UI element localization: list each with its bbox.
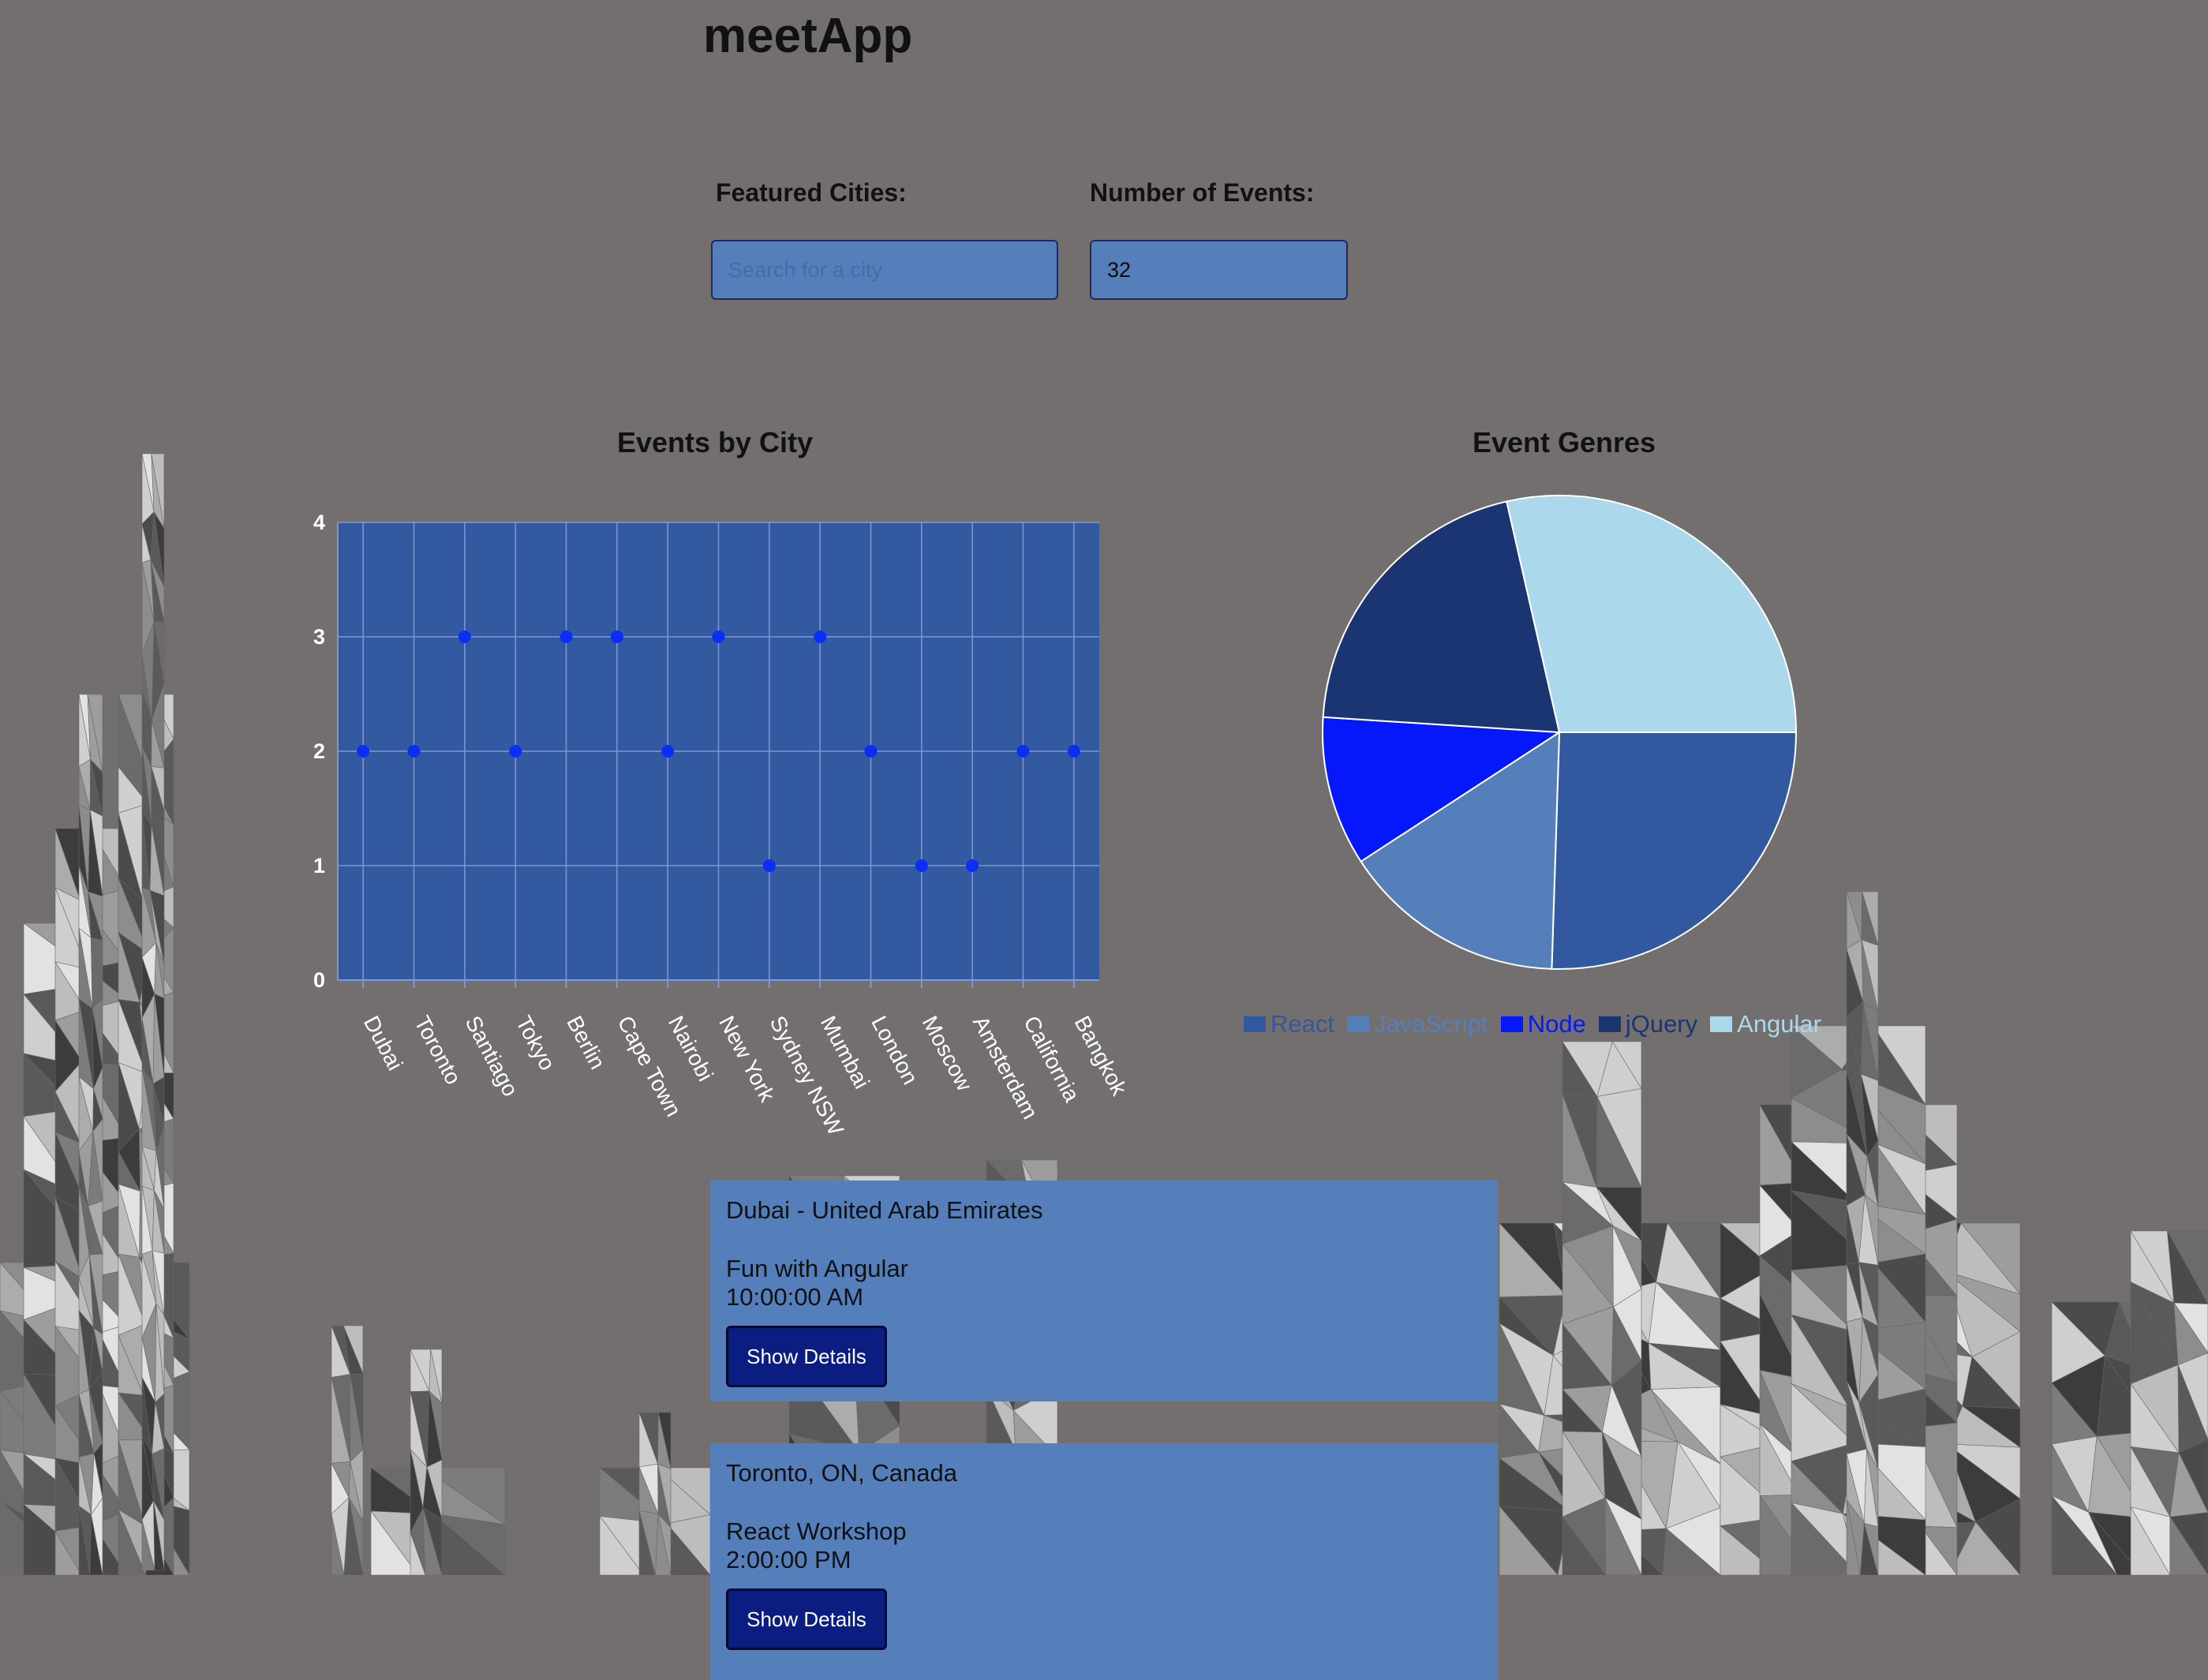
scatter-point — [661, 745, 675, 758]
event-time: 10:00:00 AM — [726, 1283, 864, 1311]
x-tick-label: Moscow — [918, 1012, 978, 1095]
legend-item: JavaScript — [1346, 1010, 1488, 1038]
scatter-point — [610, 630, 623, 643]
legend-item: React — [1244, 1010, 1334, 1038]
x-tick-label: Berlin — [562, 1012, 610, 1073]
legend-swatch — [1346, 1016, 1369, 1032]
pie-chart-title: Event Genres — [1472, 426, 1656, 458]
legend-item: Node — [1500, 1010, 1586, 1038]
x-tick-label: Nairobi — [664, 1012, 718, 1085]
scatter-point — [712, 630, 725, 643]
legend-label: Node — [1527, 1010, 1586, 1038]
scatter-chart-title: Events by City — [616, 426, 814, 458]
x-tick-label: Mumbai — [816, 1012, 874, 1092]
scatter-point — [762, 859, 776, 872]
events-by-city-chart: 01234Dubai TorontoSantiagoTokyo Berlin Cape… — [313, 511, 1132, 1136]
event-location: Dubai - United Arab Emirates — [726, 1196, 1043, 1224]
city-search-label: Featured Cities: — [716, 178, 907, 207]
event-time: 2:00:00 PM — [726, 1546, 851, 1573]
event-summary: Fun with Angular — [726, 1255, 908, 1282]
scatter-point — [1067, 745, 1080, 758]
event-location: Toronto, ON, Canada — [726, 1459, 957, 1487]
legend-swatch — [1500, 1016, 1523, 1032]
legend-label: jQuery — [1625, 1010, 1698, 1038]
x-tick-label: Tokyo — [511, 1012, 560, 1074]
show-details-button[interactable]: Show Details — [726, 1326, 887, 1387]
x-tick-label: Dubai — [359, 1012, 408, 1074]
scatter-point — [509, 745, 522, 758]
number-of-events-label: Number of Events: — [1090, 178, 1315, 207]
scatter-point — [357, 745, 370, 758]
event-card: Dubai - United Arab Emirates Fun with An… — [710, 1180, 1498, 1401]
legend-swatch — [1244, 1016, 1266, 1032]
scatter-point — [559, 630, 573, 643]
legend-swatch — [1710, 1016, 1733, 1032]
y-tick-label: 4 — [313, 511, 325, 534]
x-tick-label: Toronto — [410, 1012, 466, 1088]
y-tick-label: 1 — [313, 854, 325, 877]
pie-slice — [1551, 731, 1798, 970]
pie-legend: React JavaScript Node jQuery Angular — [1244, 1010, 1821, 1038]
legend-label: Angular — [1737, 1010, 1821, 1038]
event-card: Toronto, ON, Canada React Workshop 2:00:… — [710, 1443, 1498, 1680]
city-search-input[interactable] — [711, 240, 1058, 300]
scatter-point — [814, 630, 827, 643]
legend-item: Angular — [1710, 1010, 1821, 1038]
scatter-point — [1016, 745, 1030, 758]
x-tick-label: London — [866, 1012, 922, 1088]
legend-label: React — [1271, 1010, 1334, 1038]
scatter-point — [915, 859, 928, 872]
scatter-point — [407, 745, 421, 758]
y-tick-label: 0 — [313, 968, 325, 992]
scatter-point — [458, 630, 471, 643]
legend-swatch — [1598, 1016, 1621, 1032]
event-summary: React Workshop — [726, 1517, 907, 1545]
scatter-point — [864, 745, 878, 758]
y-tick-label: 3 — [313, 625, 325, 649]
event-genres-pie-chart — [1322, 495, 1798, 970]
legend-label: JavaScript — [1373, 1010, 1488, 1038]
number-of-events-input[interactable] — [1090, 240, 1348, 300]
y-tick-label: 2 — [313, 739, 325, 763]
scatter-point — [966, 859, 979, 872]
legend-item: jQuery — [1598, 1010, 1698, 1038]
show-details-button[interactable]: Show Details — [726, 1588, 887, 1650]
app-title: meetApp — [703, 9, 913, 63]
